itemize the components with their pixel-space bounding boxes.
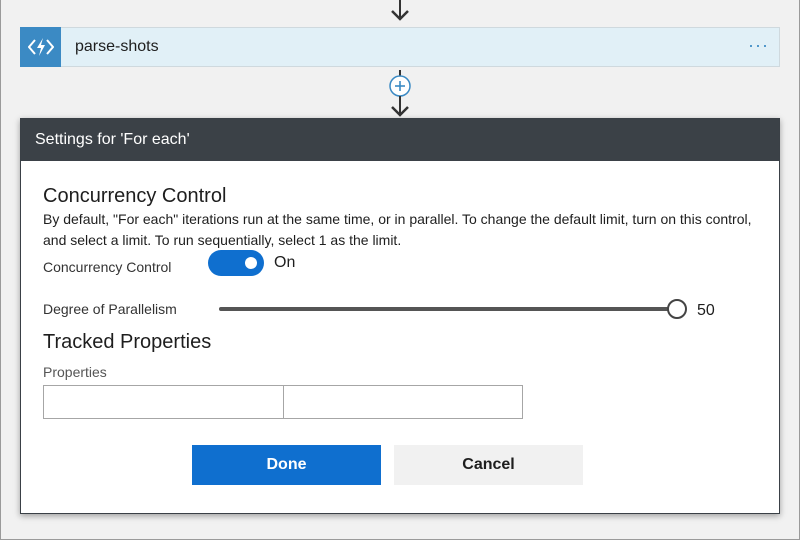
parallelism-slider[interactable] [219,299,687,319]
action-card-parse-shots[interactable]: parse-shots ··· [20,26,780,67]
slider-thumb[interactable] [667,299,687,319]
properties-label: Properties [43,364,107,380]
concurrency-toggle[interactable] [208,250,264,276]
dialog-title: Settings for 'For each' [35,131,190,148]
action-title[interactable]: parse-shots [75,38,159,56]
more-options-button[interactable]: ··· [748,36,769,54]
concurrency-description: By default, "For each" iterations run at… [43,211,752,248]
add-step-connector [389,70,411,117]
concurrency-toggle-label: Concurrency Control [43,259,172,275]
tracked-properties-title: Tracked Properties [43,331,212,353]
property-value-input[interactable] [283,385,523,419]
toggle-knob [245,257,257,269]
cancel-button[interactable]: Cancel [394,445,583,485]
lightning-bolt-icon [27,37,54,56]
toggle-state-text: On [274,254,296,271]
slider-fill [219,307,677,311]
action-icon-container [20,26,61,67]
parallelism-value: 50 [697,302,715,319]
concurrency-section-title: Concurrency Control [43,185,227,207]
property-key-input[interactable] [43,385,284,419]
arrow-down-icon [391,0,409,21]
done-button[interactable]: Done [192,445,381,485]
dialog-header: Settings for 'For each' [21,119,779,161]
settings-dialog: Settings for 'For each' Concurrency Cont… [20,118,780,514]
parallelism-label: Degree of Parallelism [43,301,177,317]
